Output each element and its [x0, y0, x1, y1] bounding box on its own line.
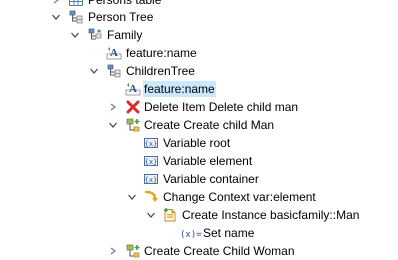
chevron-down-icon[interactable] — [107, 118, 119, 132]
tree-row-change-context[interactable]: Change Context var:element — [0, 188, 398, 206]
tree-row-children-feature[interactable]: A feature:name — [0, 80, 398, 98]
create-tool-icon — [125, 243, 141, 259]
svg-text:{x}: {x} — [145, 158, 158, 166]
tree-label-change-context: Change Context var:element — [163, 190, 316, 204]
text-feature-icon: A — [125, 81, 141, 97]
set-value-icon: (x)= — [180, 225, 202, 241]
tree-row-children-tree[interactable]: ChildrenTree — [0, 62, 398, 80]
create-instance-icon — [162, 207, 178, 223]
tree-row-create-child-man[interactable]: Create Create child Man — [0, 116, 398, 134]
tree-row-set-name[interactable]: (x)= Set name — [0, 224, 398, 242]
chevron-down-icon[interactable] — [145, 208, 157, 222]
svg-text:A: A — [129, 83, 137, 95]
tree-item-icon — [87, 27, 103, 43]
tree-structure-icon — [68, 9, 84, 25]
chevron-down-icon[interactable] — [50, 10, 62, 24]
tree-item-icon — [106, 63, 122, 79]
tree-label-create-child-woman: Create Create Child Woman — [144, 244, 295, 258]
tree-label-person-tree: Person Tree — [88, 10, 154, 24]
create-tool-icon — [125, 117, 141, 133]
svg-text:{x}: {x} — [145, 140, 158, 148]
tree-label-variable-element: Variable element — [163, 154, 253, 168]
chevron-down-icon[interactable] — [126, 190, 138, 204]
tree-row-family-feature[interactable]: A feature:name — [0, 44, 398, 62]
delete-icon — [125, 99, 141, 115]
chevron-right-icon[interactable] — [50, 0, 62, 7]
table-icon — [68, 0, 84, 8]
tree-row-create-instance[interactable]: Create Instance basicfamily::Man — [0, 206, 398, 224]
variable-icon: {x} — [143, 135, 159, 151]
tree-label-create-child-man: Create Create child Man — [144, 118, 275, 132]
tree-label-children-feature: feature:name — [143, 81, 216, 97]
tree-label-variable-root: Variable root — [163, 136, 231, 150]
tree-row-variable-container[interactable]: {x} Variable container — [0, 170, 398, 188]
chevron-down-icon[interactable] — [69, 28, 81, 42]
change-context-icon — [143, 189, 159, 205]
chevron-right-icon[interactable] — [107, 244, 119, 258]
tree-label-create-instance: Create Instance basicfamily::Man — [182, 208, 360, 222]
tree-row-variable-root[interactable]: {x} Variable root — [0, 134, 398, 152]
tree-row-variable-element[interactable]: {x} Variable element — [0, 152, 398, 170]
tree-row-delete-item[interactable]: Delete Item Delete child man — [0, 98, 398, 116]
tree-view: Persons table Person Tree Family A featu… — [0, 0, 398, 260]
tree-label-set-name: Set name — [203, 226, 255, 240]
tree-row-family[interactable]: Family — [0, 26, 398, 44]
chevron-down-icon[interactable] — [88, 64, 100, 78]
variable-icon: {x} — [143, 171, 159, 187]
tree-label-children-tree: ChildrenTree — [126, 64, 195, 78]
tree-row-create-child-woman[interactable]: Create Create Child Woman — [0, 242, 398, 260]
tree-label-delete-item: Delete Item Delete child man — [144, 100, 299, 114]
svg-text:{x}: {x} — [145, 176, 158, 184]
text-feature-icon: A — [106, 45, 122, 61]
tree-label-variable-container: Variable container — [163, 172, 259, 186]
tree-row-person-tree[interactable]: Person Tree — [0, 8, 398, 26]
tree-label-family-feature: feature:name — [126, 46, 197, 60]
svg-text:A: A — [110, 47, 118, 59]
tree-label-persons-table: Persons table — [88, 0, 162, 7]
svg-text:(x)=: (x)= — [180, 230, 202, 240]
variable-icon: {x} — [143, 153, 159, 169]
tree-label-family: Family — [107, 28, 143, 42]
chevron-right-icon[interactable] — [107, 100, 119, 114]
